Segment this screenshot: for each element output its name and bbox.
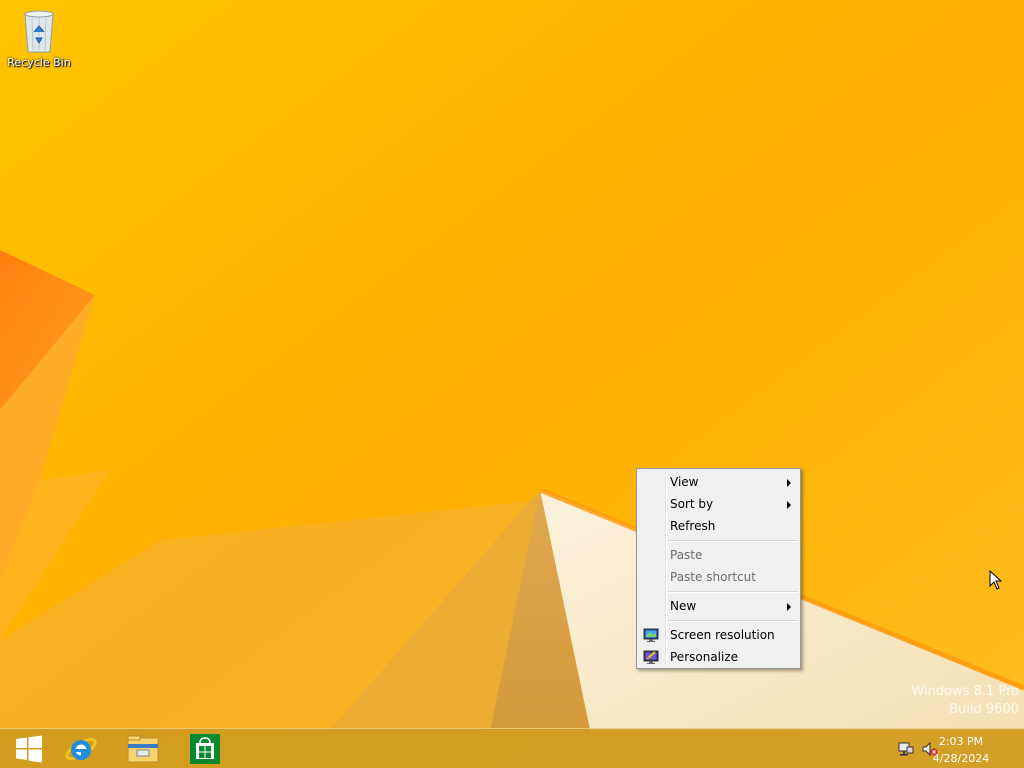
menu-item-refresh[interactable]: Refresh [639,515,798,537]
windows-logo-icon [16,735,42,763]
menu-item-paste[interactable]: Paste [639,544,798,566]
watermark-edition: Windows 8.1 Pro [911,684,1019,699]
store-icon [190,734,220,764]
menu-item-sort-by[interactable]: Sort by [639,493,798,515]
watermark-build: Build 9600 [949,702,1019,717]
recycle-bin-icon [19,6,59,54]
clock-date: 4/28/2024 [932,752,990,765]
menu-item-personalize[interactable]: Personalize [639,646,798,668]
clock-time: 2:03 PM [938,735,984,748]
submenu-arrow-icon [787,603,791,611]
taskbar-file-explorer[interactable] [114,729,172,768]
desktop-wallpaper[interactable] [0,0,1024,768]
internet-explorer-icon [65,737,97,761]
taskbar-internet-explorer[interactable] [52,729,110,768]
network-icon[interactable] [898,741,914,757]
menu-item-paste-shortcut[interactable]: Paste shortcut [639,566,798,588]
menu-separator [667,591,798,593]
recycle-bin-shortcut[interactable]: Recycle Bin [4,6,74,69]
menu-separator [667,620,798,622]
menu-item-new[interactable]: New [639,595,798,617]
display-icon [643,627,659,643]
menu-separator [667,540,798,542]
menu-item-view[interactable]: View [639,471,798,493]
recycle-bin-label: Recycle Bin [7,56,71,69]
taskbar-store[interactable] [176,729,234,768]
submenu-arrow-icon [787,501,791,509]
file-explorer-icon [127,735,159,763]
taskbar-clock[interactable]: 2:03 PM 4/28/2024 [916,733,1006,767]
taskbar: 2:03 PM 4/28/2024 [0,728,1024,768]
menu-item-screen-resolution[interactable]: Screen resolution [639,624,798,646]
submenu-arrow-icon [787,479,791,487]
desktop-context-menu: View Sort by Refresh Paste Paste shortcu… [636,468,801,669]
start-button[interactable] [0,729,58,768]
mouse-pointer-icon [989,569,1003,595]
windows-watermark: Windows 8.1 Pro Build 9600 [911,683,1019,719]
personalize-icon [643,649,659,665]
